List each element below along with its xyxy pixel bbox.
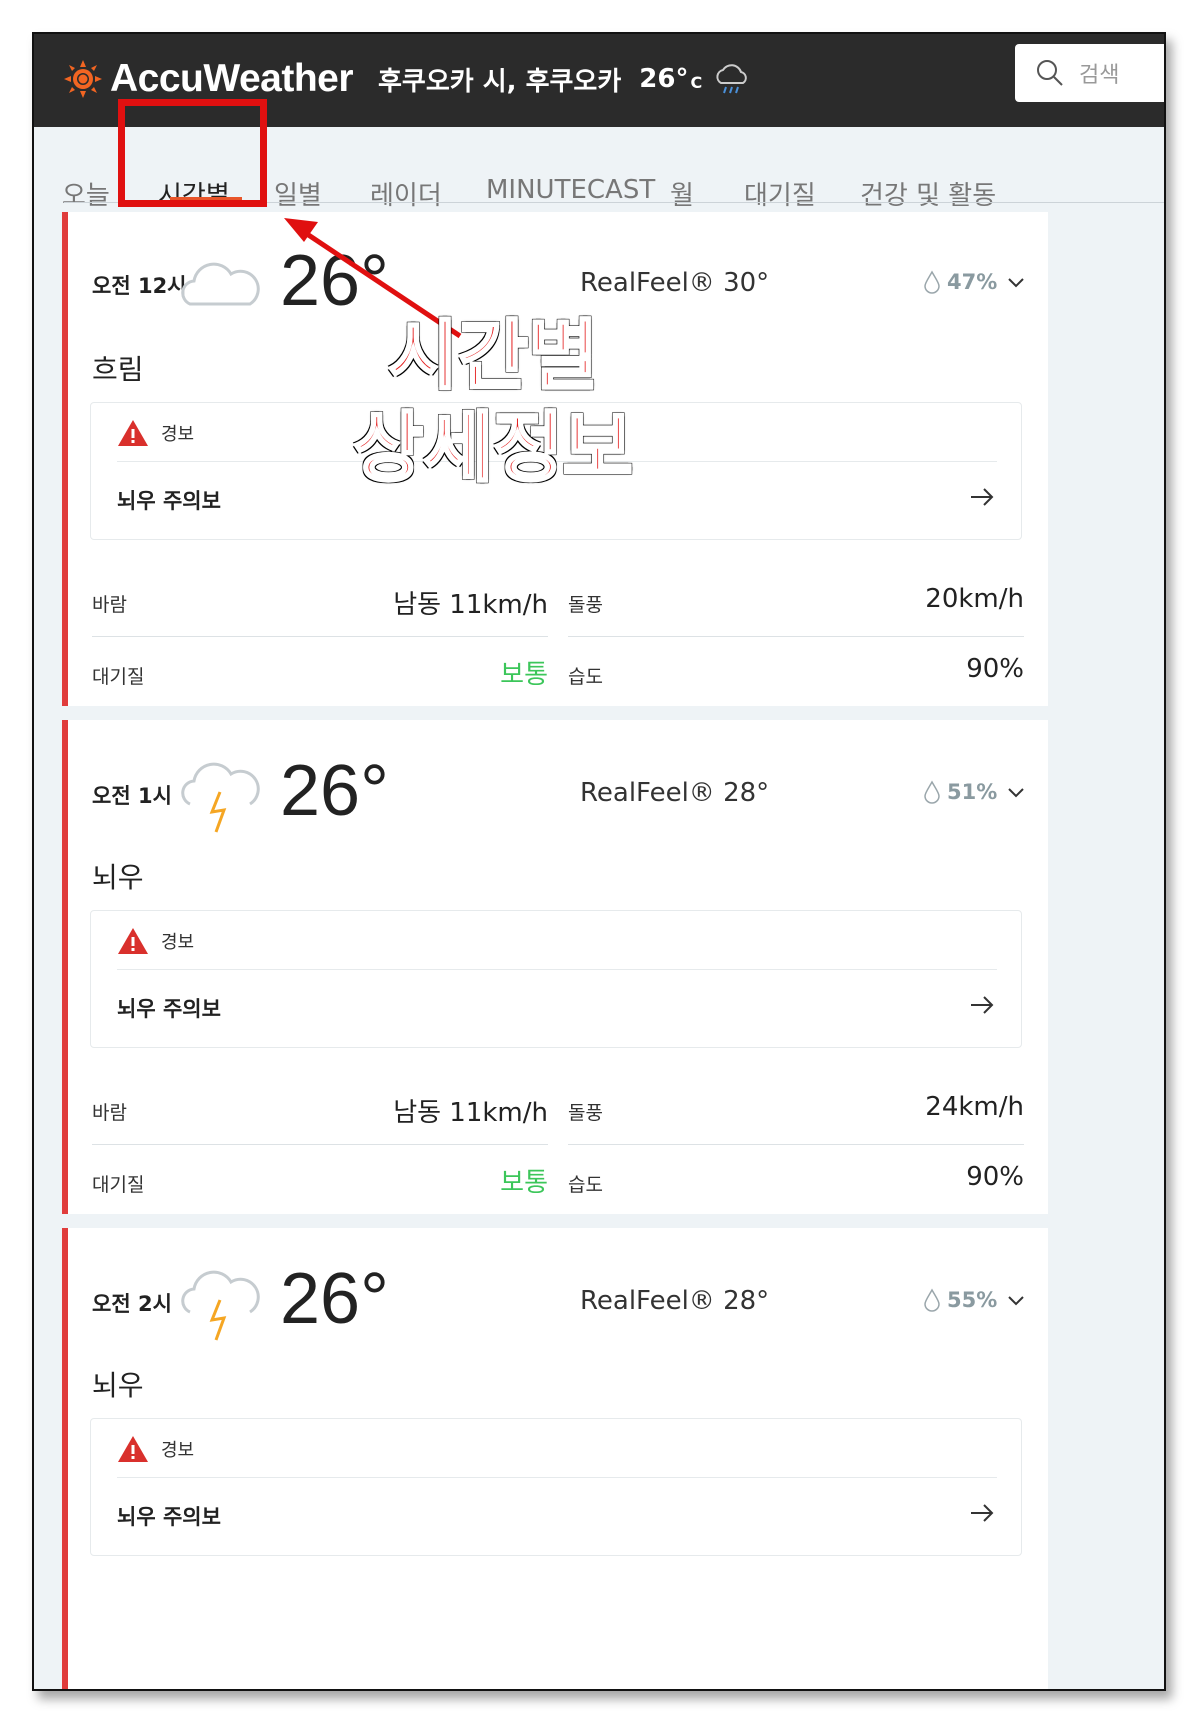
wind-value: 남동 11km/h — [393, 590, 548, 620]
air-quality-value: 보통 — [500, 1168, 548, 1198]
alert-header: 경보 — [117, 419, 194, 447]
stat-divider — [568, 636, 1024, 637]
alert-name: 뇌우 주의보 — [117, 489, 221, 513]
hour-card[interactable]: 오전 1시 26° RealFeel® 28° 51% 뇌우 경보 뇌우 주의보… — [62, 720, 1048, 1214]
stat-divider — [92, 636, 548, 637]
chevron-down-icon[interactable] — [1006, 276, 1026, 290]
alert-title: 경보 — [161, 932, 195, 953]
alert-divider — [117, 969, 997, 970]
humidity-label: 습도 — [568, 666, 603, 688]
annotation-line1: 시간별 — [387, 310, 600, 402]
search-icon — [1037, 60, 1063, 86]
hour-time: 오전 12시 — [92, 274, 187, 298]
alert-header: 경보 — [117, 1435, 194, 1463]
temp-unit: C — [690, 72, 703, 92]
realfeel-value: 28° — [723, 778, 770, 808]
humidity-value: 90% — [966, 1162, 1024, 1192]
location-name: 후쿠오카 시, 후쿠오카 — [378, 66, 622, 97]
current-location[interactable]: 후쿠오카 시, 후쿠오카 26° C — [378, 54, 752, 104]
alert-box[interactable]: 경보 뇌우 주의보 — [90, 1418, 1022, 1556]
alert-title: 경보 — [161, 424, 195, 445]
cloud-icon — [181, 262, 260, 306]
brand-logo[interactable]: AccuWeather — [64, 54, 354, 104]
tab-minutecast[interactable]: MINUTECAST — [486, 175, 655, 205]
tab-air-quality[interactable]: 대기질 — [744, 175, 816, 212]
humidity-label: 습도 — [568, 1174, 603, 1196]
precip-probability: 55% — [923, 1288, 997, 1312]
arrow-right-icon[interactable] — [969, 1503, 995, 1523]
stat-divider — [568, 1144, 1024, 1145]
tab-radar[interactable]: 레이더 — [370, 175, 442, 212]
gust-value: 20km/h — [925, 584, 1024, 614]
air-quality-value: 보통 — [500, 660, 548, 690]
alert-name: 뇌우 주의보 — [117, 1505, 221, 1529]
chevron-down-icon[interactable] — [1006, 1294, 1026, 1308]
realfeel-label: RealFeel® — [580, 778, 715, 808]
alert-header: 경보 — [117, 927, 194, 955]
air-quality-label: 대기질 — [92, 666, 145, 688]
condition-text: 뇌우 — [92, 861, 144, 894]
gust-label: 돌풍 — [568, 1102, 603, 1124]
search-box[interactable]: 검색 — [1015, 44, 1164, 102]
raindrop-icon — [924, 270, 940, 294]
wind-value: 남동 11km/h — [393, 1098, 548, 1128]
realfeel-label: RealFeel® — [580, 1286, 715, 1316]
chevron-down-icon[interactable] — [1006, 786, 1026, 800]
realfeel-label: RealFeel® — [580, 268, 715, 298]
realfeel-value: 30° — [723, 268, 770, 298]
current-temp: 26° — [639, 64, 689, 94]
brand-name: AccuWeather — [110, 57, 354, 100]
rain-cloud-icon — [716, 64, 748, 94]
hour-card[interactable]: 오전 2시 26° RealFeel® 28° 55% 뇌우 경보 뇌우 주의보 — [62, 1228, 1048, 1689]
warning-icon — [118, 1436, 148, 1462]
tab-monthly[interactable]: 월 — [670, 175, 694, 212]
realfeel: RealFeel® 28° — [580, 1286, 769, 1316]
tab-health-activities[interactable]: 건강 및 활동 — [860, 175, 996, 212]
realfeel: RealFeel® 28° — [580, 778, 769, 808]
tab-today[interactable]: 오늘 — [62, 175, 110, 212]
search-placeholder: 검색 — [1079, 63, 1120, 88]
raindrop-icon — [924, 1288, 940, 1312]
raindrop-icon — [924, 780, 940, 804]
alert-title: 경보 — [161, 1440, 195, 1461]
arrow-right-icon[interactable] — [969, 995, 995, 1015]
thunderstorm-icon — [181, 1270, 260, 1341]
stat-divider — [92, 1144, 548, 1145]
realfeel: RealFeel® 30° — [580, 268, 769, 298]
alert-box[interactable]: 경보 뇌우 주의보 — [90, 910, 1022, 1048]
air-quality-label: 대기질 — [92, 1174, 145, 1196]
warning-icon — [118, 928, 148, 954]
arrow-right-icon[interactable] — [969, 487, 995, 507]
annotation-label: 시간별 상세정보 — [333, 310, 653, 494]
thunderstorm-icon — [181, 762, 260, 833]
precip-value: 47% — [947, 270, 998, 294]
alert-name: 뇌우 주의보 — [117, 997, 221, 1021]
wind-label: 바람 — [92, 594, 127, 616]
humidity-value: 90% — [966, 654, 1024, 684]
precip-probability: 51% — [923, 780, 997, 804]
gust-value: 24km/h — [925, 1092, 1024, 1122]
warning-icon — [118, 420, 148, 446]
hour-time: 오전 1시 — [92, 784, 172, 808]
app-frame: AccuWeather 후쿠오카 시, 후쿠오카 26° C 검색 오늘 시간별… — [32, 32, 1166, 1691]
highlight-box — [118, 99, 267, 207]
alert-divider — [117, 1477, 997, 1478]
hour-temp: 26° — [280, 751, 389, 831]
tab-daily[interactable]: 일별 — [274, 175, 322, 212]
annotation-line2: 상세정보 — [352, 402, 635, 494]
condition-text: 흐림 — [92, 353, 144, 386]
condition-text: 뇌우 — [92, 1369, 144, 1402]
hour-time: 오전 2시 — [92, 1292, 172, 1316]
sun-logo-icon — [64, 60, 102, 98]
precip-value: 55% — [947, 1288, 998, 1312]
realfeel-value: 28° — [723, 1286, 770, 1316]
gust-label: 돌풍 — [568, 594, 603, 616]
precip-value: 51% — [947, 780, 998, 804]
hour-temp: 26° — [280, 1259, 389, 1339]
wind-label: 바람 — [92, 1102, 127, 1124]
precip-probability: 47% — [923, 270, 997, 294]
